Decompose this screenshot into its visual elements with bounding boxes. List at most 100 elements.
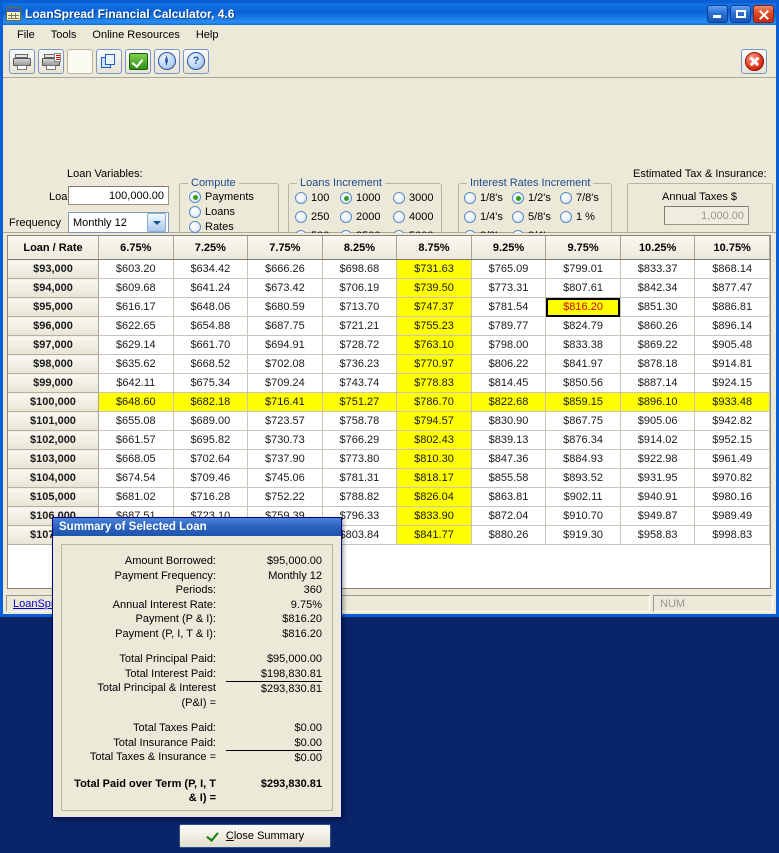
grid-cell[interactable]: $884.93: [546, 450, 621, 469]
menu-item-tools[interactable]: Tools: [43, 27, 85, 43]
grid-cell[interactable]: $859.15: [546, 393, 621, 412]
grid-cell[interactable]: $998.83: [695, 526, 770, 545]
grid-cell[interactable]: $847.36: [471, 450, 546, 469]
grid-cell[interactable]: $668.05: [99, 450, 174, 469]
grid-cell[interactable]: $723.57: [248, 412, 323, 431]
grid-cell[interactable]: $648.60: [99, 393, 174, 412]
grid-cell[interactable]: $886.81: [695, 298, 770, 317]
maximize-button[interactable]: [730, 5, 751, 23]
row-header-loan-amount[interactable]: $101,000: [8, 412, 99, 431]
grid-cell[interactable]: $877.47: [695, 279, 770, 298]
minimize-button[interactable]: [707, 5, 728, 23]
row-header-loan-amount[interactable]: $104,000: [8, 469, 99, 488]
grid-cell[interactable]: $681.02: [99, 488, 174, 507]
rates-increment-1-4[interactable]: 1/4's: [464, 211, 503, 223]
grid-cell[interactable]: $745.06: [248, 469, 323, 488]
column-header-loan-rate[interactable]: Loan / Rate: [8, 236, 99, 260]
grid-cell[interactable]: $868.14: [695, 260, 770, 279]
grid-cell[interactable]: $940.91: [620, 488, 695, 507]
grid-cell[interactable]: $751.27: [322, 393, 397, 412]
grid-cell[interactable]: $721.21: [322, 317, 397, 336]
grid-cell[interactable]: $833.38: [546, 336, 621, 355]
grid-cell[interactable]: $794.57: [397, 412, 472, 431]
menu-item-help[interactable]: Help: [188, 27, 227, 43]
grid-cell[interactable]: $694.91: [248, 336, 323, 355]
grid-cell[interactable]: $807.61: [546, 279, 621, 298]
grid-cell[interactable]: $702.64: [173, 450, 248, 469]
grid-cell[interactable]: $887.14: [620, 374, 695, 393]
grid-cell[interactable]: $880.26: [471, 526, 546, 545]
compute-radio-loans[interactable]: Loans: [189, 206, 235, 218]
print-button[interactable]: [9, 49, 35, 74]
grid-cell[interactable]: $806.22: [471, 355, 546, 374]
grid-cell[interactable]: $766.29: [322, 431, 397, 450]
grid-cell[interactable]: $919.30: [546, 526, 621, 545]
column-header-rate[interactable]: 6.75%: [99, 236, 174, 260]
close-summary-button[interactable]: Close Summary: [179, 824, 331, 848]
grid-cell[interactable]: $695.82: [173, 431, 248, 450]
grid-cell[interactable]: $905.06: [620, 412, 695, 431]
grid-cell[interactable]: $850.56: [546, 374, 621, 393]
grid-cell[interactable]: $743.74: [322, 374, 397, 393]
grid-cell[interactable]: $833.90: [397, 507, 472, 526]
grid-cell[interactable]: $810.30: [397, 450, 472, 469]
rates-increment-7-8[interactable]: 7/8's: [560, 192, 599, 204]
grid-cell[interactable]: $833.37: [620, 260, 695, 279]
row-header-loan-amount[interactable]: $103,000: [8, 450, 99, 469]
grid-cell[interactable]: $603.20: [99, 260, 174, 279]
grid-cell[interactable]: $668.52: [173, 355, 248, 374]
grid-cell[interactable]: $818.17: [397, 469, 472, 488]
row-header-loan-amount[interactable]: $99,000: [8, 374, 99, 393]
grid-cell[interactable]: $841.97: [546, 355, 621, 374]
grid-cell[interactable]: $661.57: [99, 431, 174, 450]
grid-cell[interactable]: $893.52: [546, 469, 621, 488]
grid-cell[interactable]: $763.10: [397, 336, 472, 355]
grid-cell[interactable]: $786.70: [397, 393, 472, 412]
grid-cell[interactable]: $910.70: [546, 507, 621, 526]
grid-cell[interactable]: $648.06: [173, 298, 248, 317]
grid-cell[interactable]: $702.08: [248, 355, 323, 374]
column-header-rate[interactable]: 8.75%: [397, 236, 472, 260]
grid-cell[interactable]: $661.70: [173, 336, 248, 355]
row-header-loan-amount[interactable]: $95,000: [8, 298, 99, 317]
loans-increment-1000[interactable]: 1000: [340, 192, 380, 204]
grid-cell[interactable]: $788.82: [322, 488, 397, 507]
row-header-loan-amount[interactable]: $96,000: [8, 317, 99, 336]
column-header-rate[interactable]: 10.25%: [620, 236, 695, 260]
grid-cell[interactable]: $896.10: [620, 393, 695, 412]
grid-cell[interactable]: $635.62: [99, 355, 174, 374]
grid-cell[interactable]: $747.37: [397, 298, 472, 317]
grid-cell[interactable]: $855.58: [471, 469, 546, 488]
grid-cell[interactable]: $841.77: [397, 526, 472, 545]
table-row[interactable]: $103,000$668.05$702.64$737.90$773.80$810…: [8, 450, 770, 469]
grid-cell[interactable]: $896.14: [695, 317, 770, 336]
column-header-rate[interactable]: 7.25%: [173, 236, 248, 260]
grid-cell[interactable]: $958.83: [620, 526, 695, 545]
grid-cell[interactable]: $739.50: [397, 279, 472, 298]
grid-cell[interactable]: $922.98: [620, 450, 695, 469]
grid-cell[interactable]: $706.19: [322, 279, 397, 298]
grid-cell[interactable]: $709.46: [173, 469, 248, 488]
grid-cell[interactable]: $709.24: [248, 374, 323, 393]
grid-cell[interactable]: $842.34: [620, 279, 695, 298]
column-header-rate[interactable]: 9.25%: [471, 236, 546, 260]
grid-cell[interactable]: $737.90: [248, 450, 323, 469]
print-setup-button[interactable]: [38, 49, 64, 74]
close-button[interactable]: [753, 5, 774, 23]
grid-cell[interactable]: $716.41: [248, 393, 323, 412]
grid-cell[interactable]: $616.17: [99, 298, 174, 317]
row-header-loan-amount[interactable]: $94,000: [8, 279, 99, 298]
grid-cell[interactable]: $698.68: [322, 260, 397, 279]
copy-button[interactable]: [96, 49, 122, 74]
grid-cell[interactable]: $867.75: [546, 412, 621, 431]
grid-cell[interactable]: $851.30: [620, 298, 695, 317]
row-header-loan-amount[interactable]: $98,000: [8, 355, 99, 374]
grid-cell[interactable]: $641.24: [173, 279, 248, 298]
grid-cell[interactable]: $728.72: [322, 336, 397, 355]
table-row[interactable]: $101,000$655.08$689.00$723.57$758.78$794…: [8, 412, 770, 431]
blank-button[interactable]: [67, 49, 93, 74]
grid-cell[interactable]: $924.15: [695, 374, 770, 393]
frequency-select[interactable]: Monthly 12: [68, 212, 169, 233]
grid-cell[interactable]: $736.23: [322, 355, 397, 374]
row-header-loan-amount[interactable]: $97,000: [8, 336, 99, 355]
